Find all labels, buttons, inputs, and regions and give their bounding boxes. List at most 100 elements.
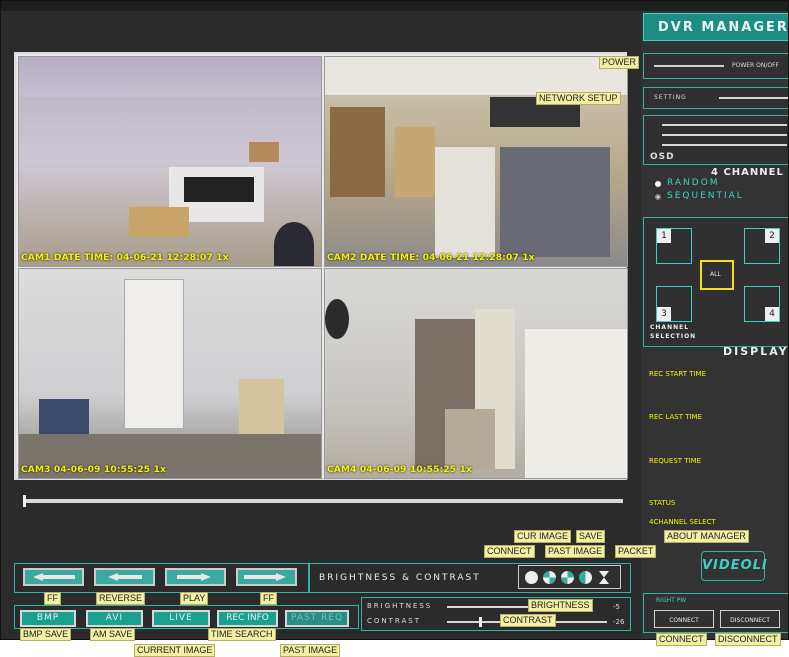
about-manager-label: ABOUT MANAGER xyxy=(664,530,749,543)
fast-forward-button[interactable] xyxy=(236,568,297,586)
connect-button[interactable]: CONNECT xyxy=(654,610,714,628)
channel-3-button[interactable]: 3 xyxy=(656,286,692,322)
time-search-label: TIME SEARCH xyxy=(208,628,276,641)
top-strip xyxy=(1,1,788,11)
channel-1-number: 1 xyxy=(657,229,671,243)
packet-icon[interactable] xyxy=(599,571,609,584)
rec-info-button[interactable]: REC INFO xyxy=(217,610,278,627)
connect-icon[interactable] xyxy=(561,571,574,584)
live-button[interactable]: LIVE xyxy=(152,610,210,627)
connect-label: CONNECT xyxy=(656,633,707,646)
past-req-button[interactable]: PAST REQ xyxy=(285,610,349,627)
power-panel: POWER ON/OFF xyxy=(643,53,788,79)
camera-2-scene xyxy=(325,57,627,266)
camera-1-view[interactable]: CAM1 DATE TIME: 04-06-21 12:28:07 1x xyxy=(18,56,322,267)
past-image-label: PAST IMAGE xyxy=(280,644,341,657)
app-title: DVR MANAGER xyxy=(658,20,789,35)
brightness-caption: BRIGHTNESS xyxy=(367,602,433,610)
setting-label: SETTING xyxy=(654,94,687,101)
fast-reverse-button[interactable] xyxy=(23,568,84,586)
all-label: ALL xyxy=(710,271,721,278)
play-icon xyxy=(177,573,211,581)
fast-reverse-icon xyxy=(33,573,75,581)
right-panel: DVR MANAGER POWER ON/OFF SETTING OSD 4 C… xyxy=(641,11,789,639)
past-image-tool-label: PAST IMAGE xyxy=(545,545,606,558)
brightness-label: BRIGHTNESS xyxy=(528,599,593,612)
ff-label-1: FF xyxy=(44,592,61,605)
camera-4-caption: CAM4 04-06-09 10:55:25 1x xyxy=(327,465,473,475)
camera-3-scene xyxy=(19,269,321,478)
disconnect-button-label: DISCONNECT xyxy=(730,617,770,624)
channel-4-button[interactable]: 4 xyxy=(744,286,780,322)
random-label: RANDOM xyxy=(667,178,720,188)
contrast-value: -26 xyxy=(613,618,625,626)
all-channel-button[interactable]: ALL xyxy=(700,260,734,290)
am-save-label: AM SAVE xyxy=(90,628,136,641)
ff-label-2: FF xyxy=(260,592,277,605)
channel-selection-label-2: SELECTION xyxy=(650,333,697,340)
reverse-label: REVERSE xyxy=(96,592,146,605)
osd-slider-1[interactable] xyxy=(662,124,787,126)
display-title: DISPLAY xyxy=(723,345,789,358)
camera-4-scene xyxy=(325,269,627,478)
avi-button[interactable]: AVI xyxy=(86,610,143,627)
bmp-save-label: BMP SAVE xyxy=(20,628,72,641)
connect-tool-label: CONNECT xyxy=(484,545,535,558)
channel-2-number: 2 xyxy=(765,229,779,243)
image-tools-group xyxy=(518,565,621,589)
sequential-radio[interactable] xyxy=(655,194,661,200)
play-button[interactable] xyxy=(165,568,226,586)
cur-image-icon[interactable] xyxy=(525,571,538,584)
playback-timeline[interactable] xyxy=(23,499,623,503)
setting-slider[interactable] xyxy=(719,97,788,99)
setting-panel[interactable]: SETTING xyxy=(643,87,788,109)
power-slider[interactable] xyxy=(654,65,724,67)
disconnect-label: DISCONNECT xyxy=(715,633,781,646)
camera-3-view[interactable]: CAM3 04-06-09 10:55:25 1x xyxy=(18,268,322,479)
sequential-label: SEQUENTIAL xyxy=(667,191,744,201)
four-channel-select-label: 4CHANNEL SELECT xyxy=(649,518,716,526)
power-label: POWER xyxy=(599,56,640,69)
osd-panel: OSD xyxy=(643,115,788,165)
channel-2-button[interactable]: 2 xyxy=(744,228,780,264)
contrast-label: CONTRAST xyxy=(500,614,556,627)
channel-1-button[interactable]: 1 xyxy=(656,228,692,264)
osd-slider-2[interactable] xyxy=(662,134,787,136)
channel-selection-label-1: CHANNEL xyxy=(650,324,690,331)
reverse-icon xyxy=(108,573,142,581)
save-icon[interactable] xyxy=(543,571,556,584)
camera-3-caption: CAM3 04-06-09 10:55:25 1x xyxy=(21,465,167,475)
camera-2-caption: CAM2 DATE TIME: 04-06-21 12:28:07 1x xyxy=(327,253,535,263)
contrast-slider-knob[interactable] xyxy=(479,617,482,627)
random-radio[interactable] xyxy=(655,181,661,187)
connection-panel: RIGHT PW CONNECT DISCONNECT xyxy=(643,593,788,633)
camera-4-view[interactable]: CAM4 04-06-09 10:55:25 1x xyxy=(324,268,628,479)
disconnect-button[interactable]: DISCONNECT xyxy=(720,610,780,628)
contrast-caption: CONTRAST xyxy=(367,617,421,625)
current-image-label: CURRENT IMAGE xyxy=(134,644,216,657)
channel-3-number: 3 xyxy=(657,307,671,321)
timeline-knob[interactable] xyxy=(23,495,26,507)
camera-2-view[interactable]: CAM2 DATE TIME: 04-06-21 12:28:07 1x xyxy=(324,56,628,267)
channel-4-number: 4 xyxy=(765,307,779,321)
bmp-button[interactable]: BMP xyxy=(20,610,76,627)
cur-image-label: CUR IMAGE xyxy=(514,530,572,543)
network-setup-label: NETWORK SETUP xyxy=(536,92,621,105)
dvr-manager-window: CAM1 DATE TIME: 04-06-21 12:28:07 1x CAM… xyxy=(0,0,789,640)
camera-1-scene xyxy=(19,57,321,266)
videoli-logo: VIDEOLI xyxy=(701,551,767,581)
right-pw-label: RIGHT PW xyxy=(656,597,687,604)
reverse-button[interactable] xyxy=(94,568,155,586)
past-image-icon[interactable] xyxy=(579,571,592,584)
request-time-label: REQUEST TIME xyxy=(649,457,702,465)
rec-start-time-label: REC START TIME xyxy=(649,370,707,378)
status-label: STATUS xyxy=(649,499,676,507)
rec-last-time-label: REC LAST TIME xyxy=(649,413,702,421)
packet-label: PACKET xyxy=(615,545,657,558)
power-onoff-label: POWER ON/OFF xyxy=(732,62,779,69)
brightness-contrast-title: BRIGHTNESS & CONTRAST xyxy=(319,573,481,583)
osd-slider-3[interactable] xyxy=(662,144,787,146)
camera-1-caption: CAM1 DATE TIME: 04-06-21 12:28:07 1x xyxy=(21,253,229,263)
fast-forward-icon xyxy=(244,573,286,581)
brightness-value: -5 xyxy=(613,603,620,611)
